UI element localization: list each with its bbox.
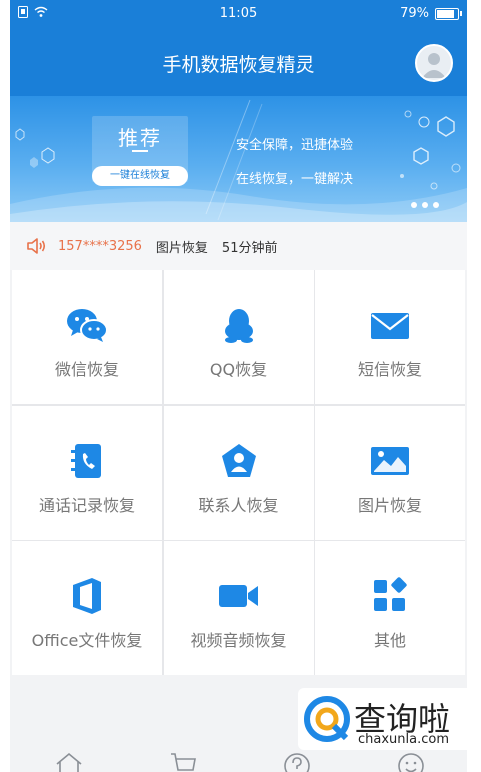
user-icon	[422, 53, 446, 78]
apps-icon	[374, 577, 407, 611]
battery-percent: 79%	[400, 6, 429, 21]
notice-phone: 157****3256	[58, 238, 142, 254]
notice-type: 图片恢复	[155, 240, 208, 256]
wechat-recovery-item[interactable]: 微信恢复	[12, 270, 162, 404]
status-time: 11:05	[219, 6, 258, 21]
wechat-recovery-label: 微信恢复	[54, 360, 119, 379]
smile-icon[interactable]	[396, 750, 426, 772]
contacts-recovery-label: 联系人恢复	[198, 495, 279, 515]
watermark: 查询啦 chaxunla.com	[298, 688, 476, 750]
recommend-underline	[132, 150, 148, 152]
other-recovery-label: 其他	[373, 631, 406, 650]
contacts-recovery-item[interactable]: 联系人恢复	[163, 405, 314, 540]
call-log-icon	[71, 443, 101, 478]
battery-icon	[435, 7, 462, 20]
photo-recovery-item[interactable]: 图片恢复	[315, 405, 465, 540]
watermark-url: chaxunla.com	[358, 732, 449, 747]
contact-icon	[221, 443, 256, 477]
promo-banner[interactable]: 推荐 一键在线恢复 安全保障，迅捷体验 在线恢复，一键解决	[10, 96, 467, 222]
home-icon[interactable]	[54, 750, 84, 772]
pager-dot[interactable]	[433, 202, 439, 208]
envelope-icon	[371, 313, 409, 339]
page-title: 手机数据恢复精灵	[162, 54, 315, 76]
recent-activity-notice: 157****3256 图片恢复 51分钟前	[10, 222, 467, 270]
one-click-restore-button[interactable]: 一键在线恢复	[92, 166, 188, 186]
speaker-icon	[27, 238, 46, 254]
recovery-grid: 微信恢复 QQ恢复 短信恢复 通话记录恢复 联系人恢复 图片恢复 Office文…	[12, 270, 465, 675]
banner-slogan-2: 在线恢复，一键解决	[236, 172, 354, 187]
help-icon[interactable]	[282, 750, 312, 772]
status-bar: 11:05 79%	[10, 0, 467, 28]
banner-decoration	[10, 99, 467, 222]
office-icon	[73, 578, 101, 614]
qq-recovery-item[interactable]: QQ恢复	[163, 270, 314, 404]
wechat-icon	[67, 309, 108, 342]
other-recovery-item[interactable]: 其他	[315, 541, 465, 675]
video-audio-recovery-label: 视频音频恢复	[190, 631, 287, 650]
sms-recovery-item[interactable]: 短信恢复	[315, 270, 465, 404]
app-header: 手机数据恢复精灵	[10, 28, 467, 96]
sms-recovery-label: 短信恢复	[357, 360, 422, 379]
banner-pager-dots[interactable]	[411, 202, 439, 208]
photo-recovery-label: 图片恢复	[357, 495, 422, 515]
app-screen: 11:05 79% 手机数据恢复精灵 推荐 一键在线恢复 安全保障，迅捷体验 在…	[10, 0, 467, 772]
picture-icon	[371, 446, 409, 475]
banner-slogan-1: 安全保障，迅捷体验	[236, 138, 354, 153]
video-camera-icon	[218, 585, 258, 607]
notice-time: 51分钟前	[221, 240, 278, 256]
qq-penguin-icon	[224, 309, 253, 343]
pager-dot[interactable]	[422, 202, 428, 208]
office-recovery-item[interactable]: Office文件恢复	[12, 541, 162, 675]
status-icons-right: 79%	[400, 6, 462, 21]
video-audio-recovery-item[interactable]: 视频音频恢复	[163, 541, 314, 675]
avatar[interactable]	[415, 44, 453, 82]
office-recovery-label: Office文件恢复	[31, 631, 143, 650]
pager-dot[interactable]	[411, 202, 417, 208]
call-log-recovery-label: 通话记录恢复	[38, 495, 135, 515]
cart-icon[interactable]	[168, 750, 198, 772]
watermark-logo-icon	[304, 696, 350, 742]
call-log-recovery-item[interactable]: 通话记录恢复	[12, 405, 162, 540]
recommend-label: 推荐	[118, 126, 162, 150]
qq-recovery-label: QQ恢复	[209, 360, 268, 379]
